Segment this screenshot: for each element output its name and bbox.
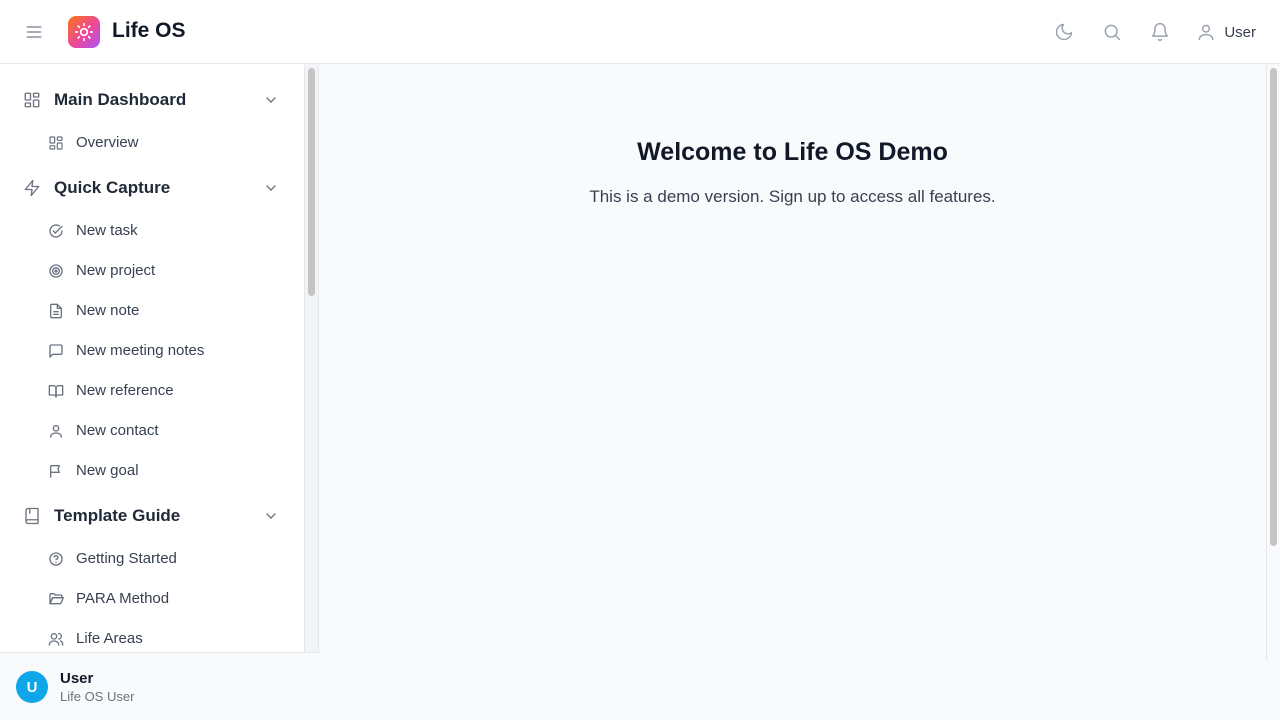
users-icon <box>47 630 65 648</box>
moon-icon <box>1056 23 1073 41</box>
sidebar-item-new-project[interactable]: New project <box>0 250 304 290</box>
sidebar: Main Dashboard Overview Quick Capture Ne… <box>0 64 305 652</box>
sidebar-section-quick-capture[interactable]: Quick Capture <box>0 168 304 208</box>
flag-icon <box>47 462 65 480</box>
zap-icon <box>22 178 42 198</box>
sidebar-item-overview[interactable]: Overview <box>0 122 304 162</box>
sidebar-item-label: New contact <box>76 422 159 439</box>
layout-dashboard-icon <box>47 134 65 152</box>
sidebar-item-label: New note <box>76 302 140 319</box>
user-name: User <box>60 670 94 687</box>
bell-icon <box>1152 22 1169 42</box>
sidebar-item-life-areas[interactable]: Life Areas <box>0 618 304 652</box>
section-title: Quick Capture <box>54 178 171 197</box>
sidebar-item-label: New goal <box>76 462 139 479</box>
sidebar-item-label: New meeting notes <box>76 342 205 359</box>
sidebar-item-new-note[interactable]: New note <box>0 290 304 330</box>
sidebar-item-label: Life Areas <box>76 630 143 647</box>
sidebar-item-new-goal[interactable]: New goal <box>0 450 304 490</box>
sidebar-item-new-reference[interactable]: New reference <box>0 370 304 410</box>
chevron-down-icon <box>266 185 276 191</box>
sidebar-scrollbar-thumb[interactable] <box>308 68 315 296</box>
search-icon <box>1104 24 1121 41</box>
sidebar-section-main-dashboard[interactable]: Main Dashboard <box>0 80 304 120</box>
sidebar-item-new-contact[interactable]: New contact <box>0 410 304 450</box>
file-text-icon <box>47 302 65 320</box>
notifications-button[interactable] <box>1148 20 1172 44</box>
menu-button[interactable] <box>22 20 46 44</box>
menu-icon <box>26 26 42 38</box>
sidebar-item-label: Getting Started <box>76 550 177 567</box>
user-icon <box>1198 24 1214 41</box>
folder-open-icon <box>47 590 65 608</box>
sidebar-scrollbar[interactable] <box>305 64 319 652</box>
user-menu-button[interactable]: User <box>1196 22 1256 42</box>
header-actions: User <box>1028 0 1256 64</box>
sidebar-item-new-meeting-notes[interactable]: New meeting notes <box>0 330 304 370</box>
chevron-down-icon <box>266 513 276 519</box>
help-circle-icon <box>47 550 65 568</box>
sidebar-item-getting-started[interactable]: Getting Started <box>0 538 304 578</box>
sun-icon <box>74 22 94 42</box>
user-menu-label: User <box>1224 23 1256 41</box>
layout-dashboard-icon <box>22 90 42 110</box>
message-square-icon <box>47 342 65 360</box>
theme-toggle-button[interactable] <box>1052 20 1076 44</box>
user-role: Life OS User <box>60 689 135 704</box>
app-title: Life OS <box>112 19 186 42</box>
page-title: Welcome to Life OS Demo <box>637 138 948 166</box>
section-title: Template Guide <box>54 506 181 525</box>
avatar[interactable]: U <box>16 671 48 703</box>
main-scrollbar[interactable] <box>1266 64 1280 660</box>
user-icon <box>47 422 65 440</box>
target-icon <box>47 262 65 280</box>
book-icon <box>22 506 42 526</box>
sidebar-item-para-method[interactable]: PARA Method <box>0 578 304 618</box>
sidebar-item-label: Overview <box>76 134 139 151</box>
check-circle-icon <box>47 222 65 240</box>
sidebar-item-new-task[interactable]: New task <box>0 210 304 250</box>
search-button[interactable] <box>1100 20 1124 44</box>
sidebar-item-label: PARA Method <box>76 590 170 607</box>
chevron-down-icon <box>266 97 276 103</box>
main-bottom-area <box>320 660 1280 720</box>
sidebar-section-template-guide[interactable]: Template Guide <box>0 496 304 536</box>
main-scrollbar-thumb[interactable] <box>1270 68 1277 546</box>
book-open-icon <box>47 382 65 400</box>
sidebar-item-label: New reference <box>76 382 174 399</box>
section-title: Main Dashboard <box>54 90 187 109</box>
main-content: Welcome to Life OS Demo This is a demo v… <box>319 64 1266 660</box>
page-subtitle: This is a demo version. Sign up to acces… <box>589 187 996 206</box>
top-bar: Life OS User <box>0 0 1280 64</box>
sidebar-user-footer[interactable]: U User Life OS User <box>0 652 320 720</box>
app-logo[interactable] <box>68 16 100 48</box>
sidebar-item-label: New project <box>76 262 156 279</box>
sidebar-item-label: New task <box>76 222 138 239</box>
